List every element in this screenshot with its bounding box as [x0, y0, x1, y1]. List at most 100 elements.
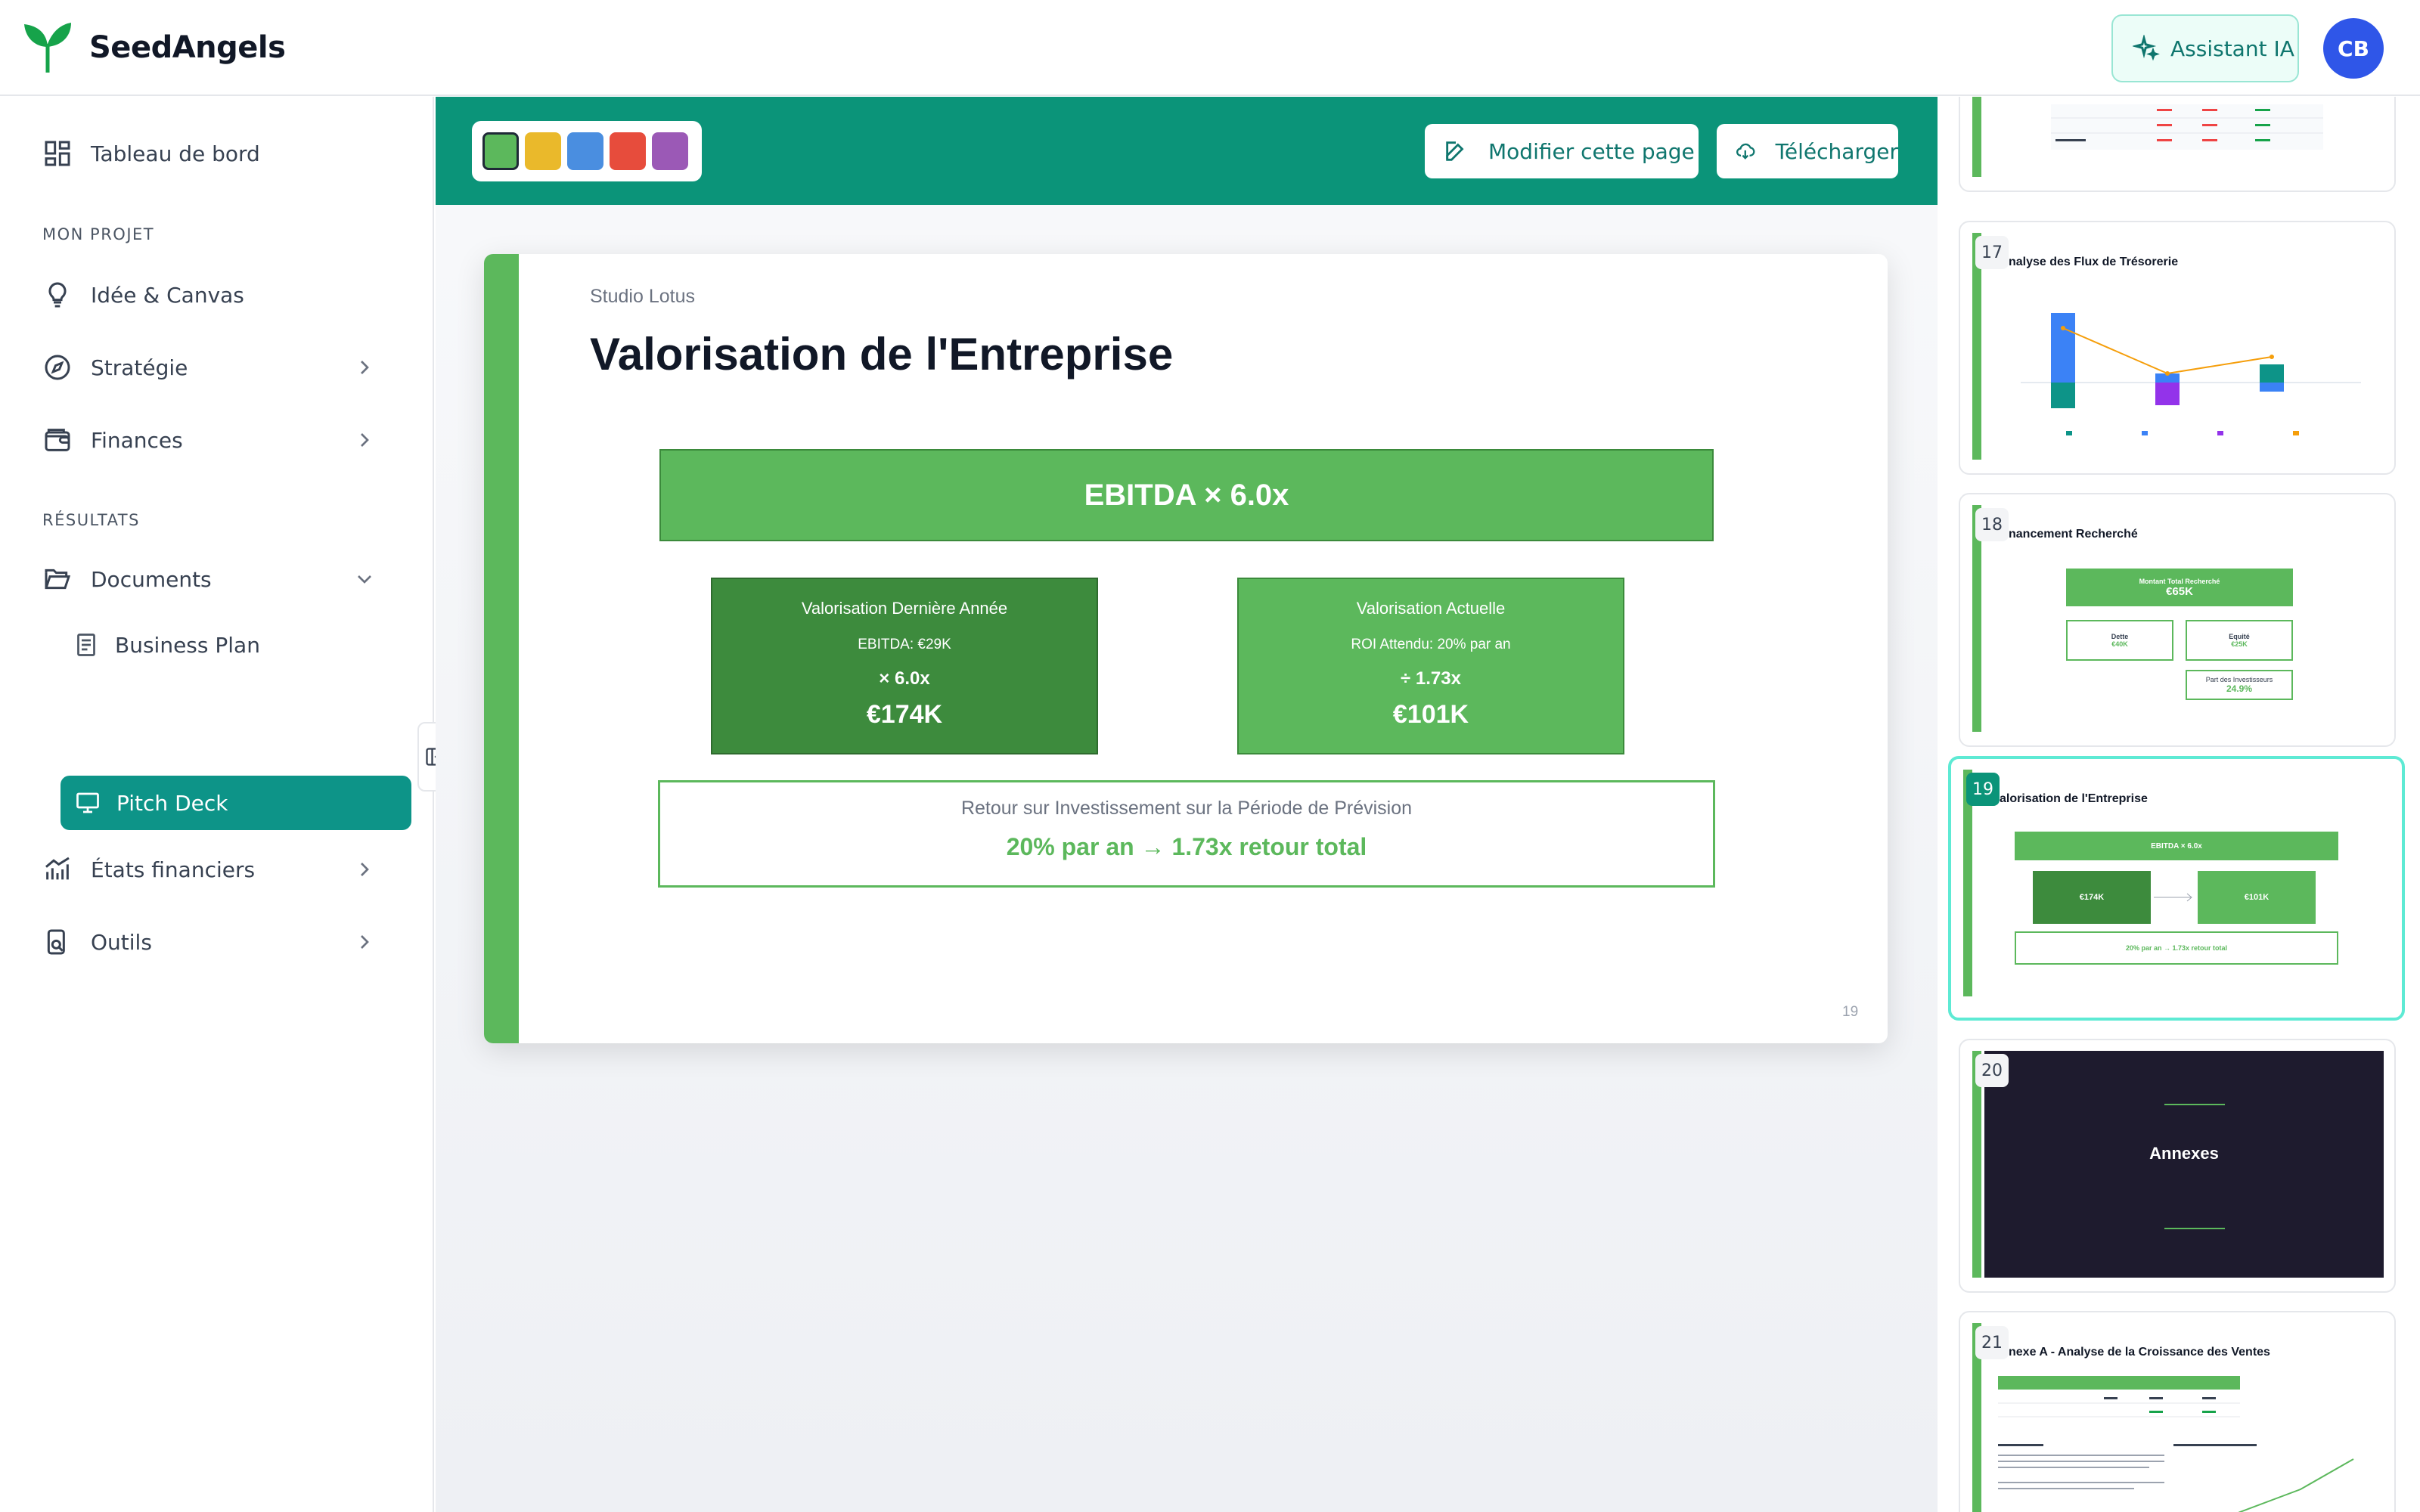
edit-page-button[interactable]: Modifier cette page — [1425, 124, 1699, 178]
sidebar-item-idea-canvas[interactable]: Idée & Canvas — [41, 272, 390, 318]
slide-page-number: 19 — [1842, 1004, 1859, 1020]
roi-box: Retour sur Investissement sur la Période… — [658, 780, 1715, 888]
thumb-title: Annexes — [2149, 1144, 2219, 1163]
thumb-roi-box: 20% par an → 1.73x retour total — [2015, 931, 2338, 965]
thumb-formula-box: EBITDA × 6.0x — [2015, 832, 2338, 860]
section-label-results: RÉSULTATS — [42, 511, 140, 529]
chevron-right-icon — [361, 361, 369, 374]
ebitda-formula-box: EBITDA × 6.0x — [659, 449, 1714, 541]
section-label-project: MON PROJET — [42, 225, 155, 243]
sidebar-item-label: États financiers — [91, 857, 256, 882]
chevron-right-icon — [361, 863, 369, 876]
thumb-number: 18 — [1975, 508, 2009, 541]
sidebar-item-documents[interactable]: Documents — [41, 556, 390, 602]
folder-open-icon — [45, 569, 71, 590]
wallet-icon — [45, 429, 70, 451]
assistant-ia-label: Assistant IA — [2170, 36, 2294, 61]
box-title: Valorisation Actuelle — [1356, 599, 1506, 618]
leaf-logo-icon — [24, 23, 71, 73]
edit-icon — [1446, 141, 1464, 161]
slide-company: Studio Lotus — [590, 286, 695, 307]
color-theme-picker — [472, 121, 702, 181]
sidebar-item-label: Idée & Canvas — [91, 282, 244, 308]
slide-title: Valorisation de l'Entreprise — [590, 329, 1174, 380]
swatch-green[interactable] — [482, 132, 519, 170]
thumb-share-box: Part des Investisseurs 24.9% — [2186, 670, 2293, 700]
edit-page-label: Modifier cette page — [1488, 138, 1695, 164]
chevron-down-icon — [358, 575, 371, 584]
slide-toolbar: Modifier cette page Télécharger — [436, 97, 1938, 205]
sidebar-item-label: Business Plan — [115, 632, 260, 658]
slide-thumbnail-19[interactable]: 19 alorisation de l'Entreprise EBITDA × … — [1948, 756, 2405, 1021]
box-title: Valorisation Dernière Année — [801, 599, 1008, 618]
sidebar-item-business-plan[interactable]: Business Plan — [73, 626, 260, 664]
chevron-right-icon — [361, 935, 369, 949]
slide-preview: Studio Lotus Valorisation de l'Entrepris… — [484, 254, 1888, 1043]
thumb-last-year-box: €174K — [2033, 871, 2151, 924]
top-bar: SeedAngels Assistant IA CB — [0, 0, 2420, 96]
sparkles-icon — [2133, 35, 2160, 61]
thumb-total-box: Montant Total Recherché €65K — [2066, 569, 2293, 606]
roi-value: 20% par an → 1.73x retour total — [1006, 833, 1367, 860]
user-avatar[interactable]: CB — [2323, 18, 2384, 79]
sidebar-item-label: Tableau de bord — [91, 141, 260, 166]
thumb-title: nancement Recherché — [2009, 528, 2138, 541]
compass-icon — [45, 355, 70, 380]
thumb-equity-box: Equité €25K — [2186, 620, 2293, 661]
thumb-number: 21 — [1975, 1326, 2009, 1359]
sidebar-item-strategy[interactable]: Stratégie — [41, 345, 390, 390]
download-button[interactable]: Télécharger — [1717, 124, 1898, 178]
main-area: Modifier cette page Télécharger Studio L… — [436, 97, 1938, 1512]
swatch-yellow[interactable] — [525, 132, 561, 170]
download-label: Télécharger — [1775, 138, 1898, 164]
sidebar-item-label: Stratégie — [91, 355, 188, 380]
sidebar-item-financial-statements[interactable]: États financiers — [41, 847, 390, 892]
presentation-icon — [76, 792, 99, 813]
slide-thumbnail-21[interactable]: 21 nexe A - Analyse de la Croissance des… — [1959, 1311, 2396, 1512]
chart-growth-icon — [45, 857, 70, 880]
app-logo[interactable]: SeedAngels — [23, 21, 286, 74]
thumb-number: 20 — [1975, 1054, 2009, 1087]
box-value: €101K — [1392, 700, 1469, 729]
sidebar-item-tools[interactable]: Outils — [41, 919, 390, 965]
slide-thumbnail-20[interactable]: Annexes 20 — [1959, 1039, 2396, 1293]
slide-thumbnail-18[interactable]: 18 nancement Recherché Montant Total Rec… — [1959, 493, 2396, 747]
thumb-number: 19 — [1966, 773, 2000, 806]
sidebar-item-label: Outils — [91, 929, 152, 955]
sidebar: Tableau de bord MON PROJET Idée & Canvas… — [0, 97, 434, 1512]
thumb-number: 17 — [1975, 236, 2009, 269]
assistant-ia-button[interactable]: Assistant IA — [2111, 14, 2299, 82]
swatch-blue[interactable] — [567, 132, 603, 170]
sidebar-item-finances[interactable]: Finances — [41, 417, 390, 463]
box-multiplier: ÷ 1.73x — [1401, 668, 1461, 689]
app-name: SeedAngels — [89, 30, 286, 65]
thumb-title: alorisation de l'Entreprise — [2000, 792, 2148, 805]
roi-title: Retour sur Investissement sur la Période… — [960, 798, 1413, 819]
thumb-title: nexe A - Analyse de la Croissance des Ve… — [2009, 1346, 2270, 1359]
swatch-red[interactable] — [610, 132, 646, 170]
box-subtitle: EBITDA: €29K — [858, 637, 951, 652]
slide-thumbnail-16[interactable] — [1959, 97, 2396, 192]
last-year-valuation-box: Valorisation Dernière Année EBITDA: €29K… — [711, 578, 1098, 754]
swatch-purple[interactable] — [652, 132, 688, 170]
slide-accent-bar — [484, 254, 519, 1043]
tools-icon — [47, 929, 65, 955]
slide-thumbnail-17[interactable]: 17 nalyse des Flux de Trésorerie — [1959, 221, 2396, 475]
chevron-right-icon — [361, 433, 369, 447]
thumb-arrow-icon — [2154, 893, 2192, 902]
sidebar-item-label: Finances — [91, 427, 183, 453]
dashboard-grid-icon — [45, 141, 70, 166]
sidebar-item-pitch-deck[interactable]: Pitch Deck — [60, 776, 411, 830]
thumb-growth-table-graphic — [1998, 1376, 2354, 1512]
sidebar-item-label: Documents — [91, 566, 212, 592]
thumb-current-box: €101K — [2198, 871, 2316, 924]
box-subtitle: ROI Attendu: 20% par an — [1351, 637, 1511, 652]
thumb-debt-box: Dette €40K — [2066, 620, 2173, 661]
current-valuation-box: Valorisation Actuelle ROI Attendu: 20% p… — [1237, 578, 1624, 754]
thumb-table-graphic — [2051, 104, 2323, 150]
sidebar-item-dashboard[interactable]: Tableau de bord — [41, 131, 390, 176]
document-icon — [77, 634, 95, 656]
lightbulb-icon — [48, 282, 67, 308]
thumb-title: nalyse des Flux de Trésorerie — [2009, 256, 2179, 268]
slide-thumbnails-panel: 17 nalyse des Flux de Trésorerie 18 nanc… — [1938, 97, 2420, 1512]
